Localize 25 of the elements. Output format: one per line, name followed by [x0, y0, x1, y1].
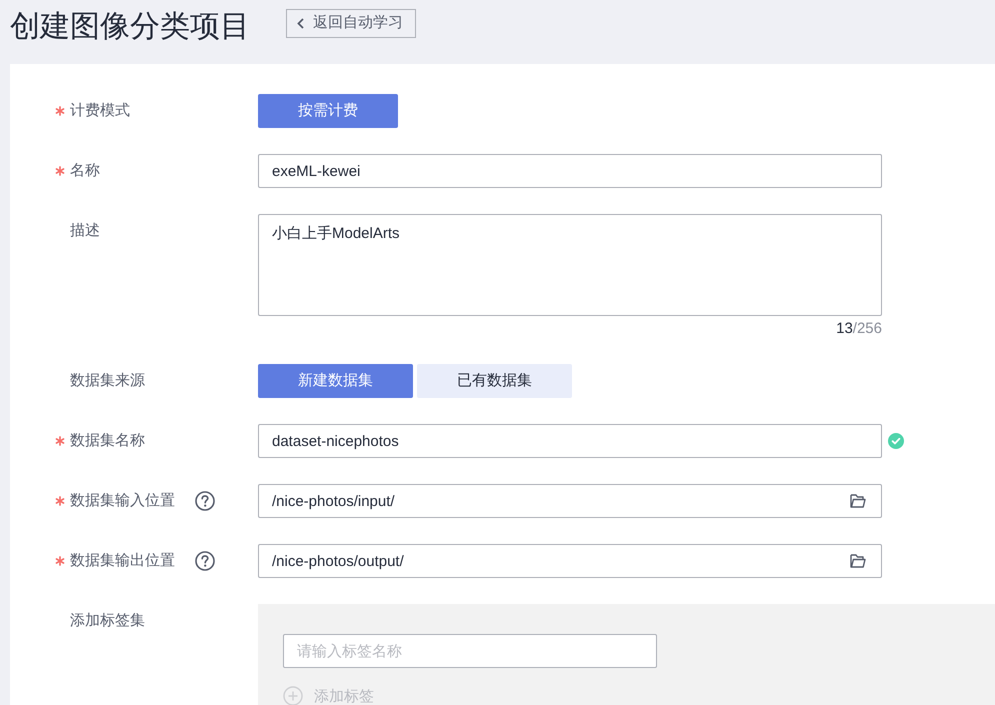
folder-icon[interactable]	[850, 494, 866, 508]
chevron-left-icon	[297, 18, 304, 29]
field-label: 描述	[70, 220, 100, 241]
back-button[interactable]: 返回自动学习	[286, 9, 416, 38]
option-button[interactable]: 按需计费	[258, 94, 398, 128]
field-label: 数据集来源	[70, 370, 145, 391]
field-label: 名称	[70, 160, 100, 181]
field-label: 添加标签集	[70, 610, 145, 631]
field-label: 数据集名称	[70, 430, 145, 451]
text-field[interactable]: exeML-kewei	[258, 154, 882, 188]
tag-name-field[interactable]: 请输入标签名称	[283, 634, 657, 668]
path-field[interactable]: /nice-photos/output/	[258, 544, 882, 578]
path-field[interactable]: /nice-photos/input/	[258, 484, 882, 518]
description-field[interactable]: 小白上手ModelArts	[258, 214, 882, 316]
option-button[interactable]: 已有数据集	[417, 364, 572, 398]
field-label: 数据集输入位置	[70, 490, 175, 511]
option-button[interactable]: 新建数据集	[258, 364, 413, 398]
character-counter: 13/256	[835, 319, 882, 339]
help-icon[interactable]	[195, 551, 215, 571]
field-label: 数据集输出位置	[70, 550, 175, 571]
text-field[interactable]: dataset-nicephotos	[258, 424, 882, 458]
page-title: 创建图像分类项目	[10, 8, 250, 44]
folder-icon[interactable]	[850, 554, 866, 568]
field-label: 计费模式	[70, 100, 130, 121]
help-icon[interactable]	[195, 491, 215, 511]
